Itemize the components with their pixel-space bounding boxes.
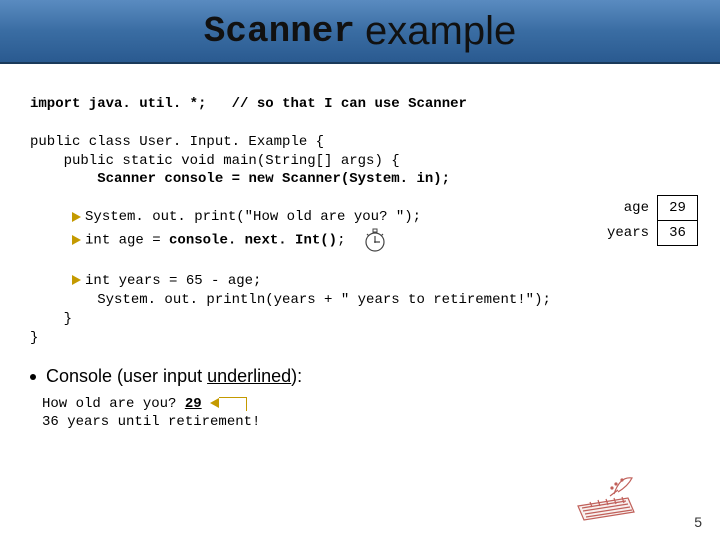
- code-line: public class User. Input. Example {: [30, 134, 324, 150]
- code-next-int: console. next. Int(): [169, 233, 337, 249]
- code-line: [30, 171, 97, 187]
- console-result: 36 years until retirement!: [42, 414, 260, 430]
- code-import: import java. util. *;: [30, 96, 206, 112]
- code-scanner-decl: Scanner console = new Scanner(System. in…: [97, 171, 450, 187]
- keyboard-art-icon: [568, 466, 648, 526]
- code-line: }: [30, 311, 72, 327]
- page-number: 5: [694, 514, 702, 530]
- bullet-text: Console (user input underlined):: [46, 366, 302, 386]
- bullet-icon: [30, 374, 36, 380]
- title-sans: example: [365, 9, 516, 54]
- arrow-right-icon: [72, 275, 81, 285]
- code-line: }: [30, 330, 38, 346]
- code-block: import java. util. *; // so that I can u…: [30, 76, 690, 348]
- bullet-row: Console (user input underlined):: [30, 366, 690, 387]
- code-line: System. out. println(years + " years to …: [30, 292, 551, 308]
- stopwatch-icon: [362, 227, 388, 253]
- title-mono: Scanner: [204, 11, 355, 52]
- code-line: int age =: [85, 233, 169, 249]
- variable-table: age 29 years 36: [599, 195, 698, 246]
- code-line: int years = 65 - age;: [85, 273, 261, 289]
- title-bar: Scanner example: [0, 0, 720, 64]
- console-prompt: How old are you?: [42, 396, 185, 412]
- var-label-years: years: [599, 221, 658, 246]
- var-label-age: age: [599, 196, 658, 221]
- code-line: System. out. print("How old are you? ");: [85, 209, 421, 225]
- bent-connector: [219, 397, 247, 411]
- code-line: public static void main(String[] args) {: [30, 153, 400, 169]
- arrow-left-icon: [210, 398, 219, 408]
- var-value-age: 29: [658, 196, 698, 221]
- var-value-years: 36: [658, 221, 698, 246]
- arrow-right-icon: [72, 235, 81, 245]
- code-comment: // so that I can use Scanner: [232, 96, 467, 112]
- console-output: How old are you? 29 36 years until retir…: [42, 395, 690, 433]
- console-user-input: 29: [185, 396, 202, 412]
- arrow-right-icon: [72, 212, 81, 222]
